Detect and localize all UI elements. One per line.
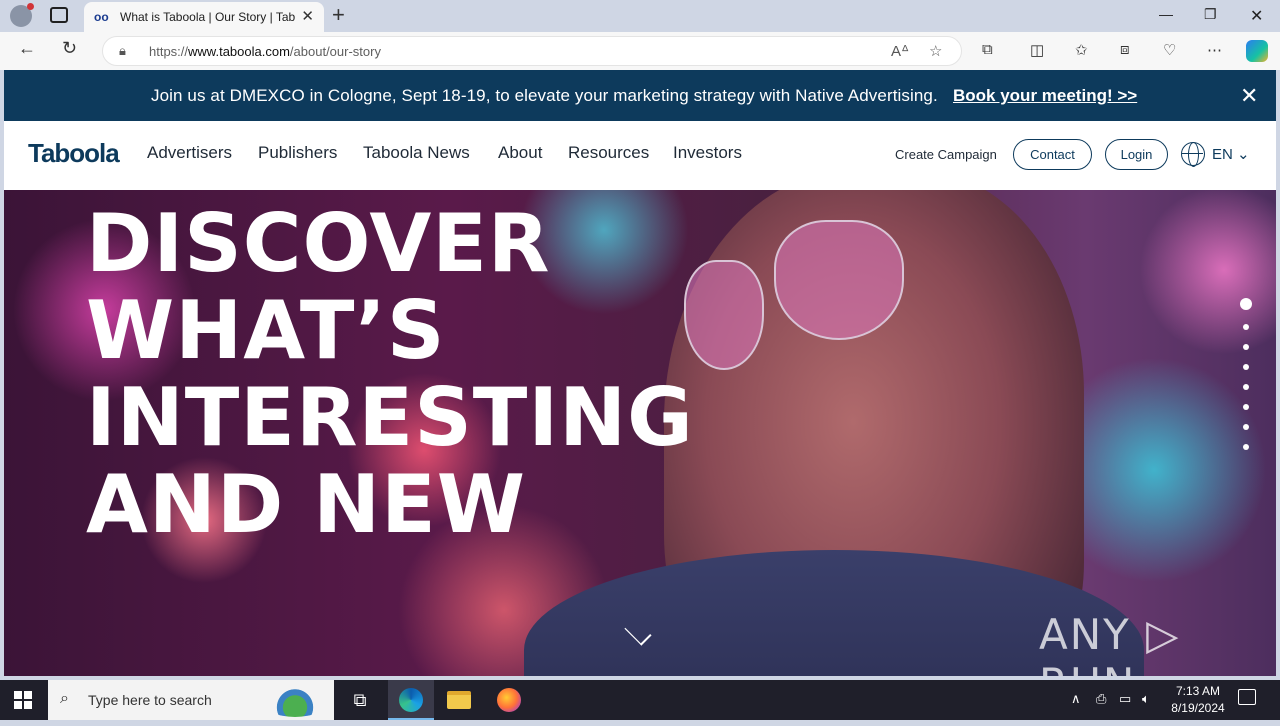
taboola-logo[interactable]: Taboola bbox=[28, 138, 120, 169]
slide-dot[interactable] bbox=[1243, 404, 1249, 410]
search-placeholder: Type here to search bbox=[88, 692, 212, 708]
read-aloud-icon[interactable]: Aᐞ bbox=[891, 42, 909, 60]
notifications-icon[interactable] bbox=[1238, 689, 1256, 705]
slide-dot[interactable] bbox=[1240, 298, 1252, 310]
site-navigation: Taboola Advertisers Publishers Taboola N… bbox=[4, 121, 1276, 190]
collections-icon[interactable]: ⧈ bbox=[1120, 41, 1130, 58]
promo-close-icon[interactable]: ✕ bbox=[1240, 83, 1258, 109]
slide-dot[interactable] bbox=[1243, 444, 1249, 450]
create-campaign-link[interactable]: Create Campaign bbox=[895, 147, 997, 162]
search-icon: ⌕ bbox=[60, 690, 69, 707]
clock-time: 7:13 AM bbox=[1175, 684, 1221, 698]
login-button[interactable]: Login bbox=[1105, 139, 1168, 170]
more-menu-icon[interactable]: ⋯ bbox=[1207, 41, 1222, 59]
web-page: Join us at DMEXCO in Cologne, Sept 18-19… bbox=[4, 70, 1276, 676]
favorites-icon[interactable]: ✩ bbox=[1075, 41, 1088, 59]
sunglasses-image bbox=[684, 210, 984, 370]
clock-date: 8/19/2024 bbox=[1171, 701, 1225, 715]
url-text: https://www.taboola.com/about/our-story bbox=[149, 44, 381, 59]
slide-pagination bbox=[1240, 298, 1252, 464]
nav-item-investors[interactable]: Investors bbox=[673, 143, 742, 163]
minimize-icon[interactable]: — bbox=[1159, 6, 1173, 22]
tab-actions-icon[interactable] bbox=[50, 7, 68, 23]
back-icon[interactable]: ← bbox=[18, 38, 36, 59]
taboola-favicon-icon: oo bbox=[94, 10, 109, 24]
hero-banner: DISCOVER WHAT’S INTERESTING AND NEW ANY … bbox=[4, 190, 1276, 676]
refresh-icon[interactable]: ↻ bbox=[62, 38, 77, 59]
slide-dot[interactable] bbox=[1243, 424, 1249, 430]
search-highlight-icon bbox=[262, 685, 328, 717]
contact-button[interactable]: Contact bbox=[1013, 139, 1092, 170]
slide-dot[interactable] bbox=[1243, 364, 1249, 370]
nav-item-about[interactable]: About bbox=[498, 143, 542, 163]
tray-device-icon[interactable]: ⎙ bbox=[1096, 691, 1106, 707]
promo-banner: Join us at DMEXCO in Cologne, Sept 18-19… bbox=[4, 70, 1276, 121]
promo-text: Join us at DMEXCO in Cologne, Sept 18-19… bbox=[151, 86, 938, 105]
tray-chevron-icon[interactable]: ∧ bbox=[1071, 691, 1081, 707]
firefox-icon[interactable] bbox=[486, 680, 532, 720]
window-close-icon[interactable]: ✕ bbox=[1250, 6, 1263, 26]
taskbar-search-box[interactable]: ⌕ Type here to search bbox=[48, 680, 334, 720]
headline-line: DISCOVER bbox=[86, 197, 551, 290]
nav-item-taboola-news[interactable]: Taboola News bbox=[363, 143, 470, 163]
nav-item-advertisers[interactable]: Advertisers bbox=[147, 143, 232, 163]
edge-taskbar-icon[interactable] bbox=[388, 680, 434, 720]
browser-tab[interactable]: oo What is Taboola | Our Story | Taboola… bbox=[84, 2, 324, 32]
task-view-icon[interactable]: ⧉ bbox=[337, 680, 383, 720]
headline-line: AND NEW bbox=[86, 458, 526, 551]
volume-icon[interactable]: 🔈︎ bbox=[1142, 691, 1150, 707]
lock-icon[interactable]: 🔒︎ bbox=[119, 43, 126, 59]
browser-tab-strip: oo What is Taboola | Our Story | Taboola… bbox=[0, 0, 1280, 32]
nav-item-resources[interactable]: Resources bbox=[568, 143, 649, 163]
anyrun-watermark: ANY ▷ RUN bbox=[1039, 610, 1181, 676]
address-bar[interactable]: 🔒︎ https://www.taboola.com/about/our-sto… bbox=[102, 36, 962, 66]
windows-taskbar: ⌕ Type here to search ⧉ ∧ ⎙ ▭ 🔈︎ 7:13 AM… bbox=[0, 680, 1280, 720]
nav-item-publishers[interactable]: Publishers bbox=[258, 143, 337, 163]
file-explorer-icon[interactable] bbox=[436, 680, 482, 720]
restore-icon[interactable]: ❐ bbox=[1204, 6, 1217, 23]
taskbar-clock[interactable]: 7:13 AM 8/19/2024 bbox=[1160, 683, 1236, 717]
language-selector[interactable]: EN ⌄ bbox=[1212, 145, 1250, 163]
new-tab-icon[interactable]: + bbox=[332, 2, 345, 28]
book-meeting-link[interactable]: Book your meeting! >> bbox=[953, 86, 1137, 106]
copilot-icon[interactable] bbox=[1246, 40, 1268, 62]
favorite-star-icon[interactable]: ☆ bbox=[929, 42, 942, 60]
tab-close-icon[interactable]: ✕ bbox=[301, 7, 314, 25]
profile-avatar-icon[interactable] bbox=[10, 3, 34, 27]
headline-line: INTERESTING bbox=[86, 371, 694, 464]
extensions-icon[interactable]: ⧉ bbox=[982, 41, 993, 58]
globe-icon[interactable] bbox=[1181, 142, 1205, 167]
hero-headline: DISCOVER WHAT’S INTERESTING AND NEW bbox=[86, 200, 694, 548]
windows-start-icon[interactable] bbox=[14, 691, 32, 709]
headline-line: WHAT’S bbox=[86, 284, 446, 377]
split-screen-icon[interactable]: ◫ bbox=[1030, 41, 1044, 59]
slide-dot[interactable] bbox=[1243, 324, 1249, 330]
slide-dot[interactable] bbox=[1243, 384, 1249, 390]
browser-essentials-icon[interactable]: ♡ bbox=[1163, 41, 1176, 59]
slide-dot[interactable] bbox=[1243, 344, 1249, 350]
network-icon[interactable]: ▭ bbox=[1119, 691, 1131, 707]
browser-toolbar: ← ↻ 🔒︎ https://www.taboola.com/about/our… bbox=[0, 32, 1280, 70]
tab-title: What is Taboola | Our Story | Taboola bbox=[120, 10, 295, 24]
